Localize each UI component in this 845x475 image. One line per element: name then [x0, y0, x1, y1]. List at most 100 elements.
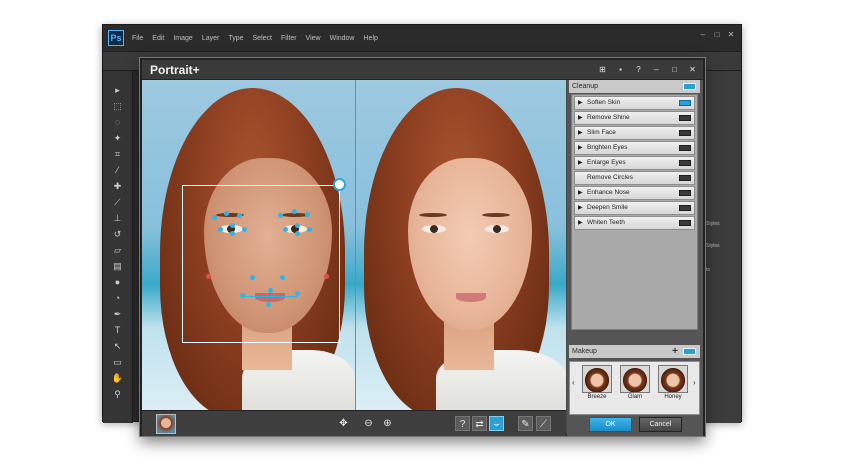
- brush-icon[interactable]: ⟋: [536, 416, 551, 431]
- shape-tool-icon[interactable]: ▭: [112, 357, 124, 368]
- cleanup-item[interactable]: ▶ Enhance Nose: [574, 186, 695, 200]
- cleanup-item-toggle[interactable]: [679, 145, 691, 151]
- cleanup-item-toggle[interactable]: [679, 115, 691, 121]
- cleanup-item-toggle[interactable]: [679, 160, 691, 166]
- expand-arrow-icon[interactable]: ▶: [578, 157, 583, 169]
- landmark-point[interactable]: [212, 215, 217, 220]
- landmark-point-cheek[interactable]: [206, 274, 211, 279]
- landmark-point[interactable]: [305, 212, 310, 217]
- cleanup-item[interactable]: ▶ Enlarge Eyes: [574, 156, 695, 170]
- ok-button[interactable]: OK: [589, 417, 632, 432]
- cleanup-item-toggle[interactable]: [679, 205, 691, 211]
- ps-close-icon[interactable]: ✕: [727, 31, 735, 39]
- maximize-icon[interactable]: □: [670, 65, 679, 74]
- makeup-preset-honey[interactable]: Honey: [658, 365, 688, 403]
- landmark-point[interactable]: [268, 288, 273, 293]
- pointer-tool-icon[interactable]: ▸: [112, 85, 124, 96]
- makeup-preset-glam[interactable]: Glam: [620, 365, 650, 403]
- history-brush-tool-icon[interactable]: ↺: [112, 229, 124, 240]
- stamp-tool-icon[interactable]: ⊥: [112, 213, 124, 224]
- menu-edit[interactable]: Edit: [152, 35, 164, 42]
- marquee-tool-icon[interactable]: ⬚: [112, 101, 124, 112]
- cleanup-item[interactable]: ▶ Slim Face: [574, 126, 695, 140]
- landmark-point[interactable]: [280, 275, 285, 280]
- expand-arrow-icon[interactable]: ▶: [578, 127, 583, 139]
- cancel-button[interactable]: Cancel: [639, 417, 682, 432]
- cleanup-item[interactable]: ▶ Remove Shine: [574, 111, 695, 125]
- pen-tool-icon[interactable]: ✒: [112, 309, 124, 320]
- landmark-point[interactable]: [283, 227, 288, 232]
- expand-arrow-icon[interactable]: ▶: [578, 142, 583, 154]
- menu-select[interactable]: Select: [253, 35, 272, 42]
- dialog-titlebar[interactable]: Portrait+ ⊞ ▪ ? – □ ✕: [142, 60, 703, 80]
- cleanup-item-toggle[interactable]: [679, 220, 691, 226]
- ps-minimize-icon[interactable]: –: [699, 31, 707, 39]
- eyedropper-tool-icon[interactable]: ⁄: [112, 165, 124, 176]
- cleanup-item[interactable]: ▶ Whiten Teeth: [574, 216, 695, 230]
- path-select-tool-icon[interactable]: ↖: [112, 341, 124, 352]
- brush-tool-icon[interactable]: ⟋: [112, 197, 124, 208]
- landmark-point[interactable]: [292, 209, 297, 214]
- menu-layer[interactable]: Layer: [202, 35, 220, 42]
- menu-type[interactable]: Type: [228, 35, 243, 42]
- hand-tool-icon[interactable]: ✋: [112, 373, 124, 384]
- landmark-point[interactable]: [278, 213, 283, 218]
- ps-maximize-icon[interactable]: □: [713, 31, 721, 39]
- wand-tool-icon[interactable]: ✦: [112, 133, 124, 144]
- landmarks-toggle-icon[interactable]: ⌣: [489, 416, 504, 431]
- cleanup-item[interactable]: Remove Circles: [574, 171, 695, 185]
- landmark-point[interactable]: [266, 302, 271, 307]
- makeup-header[interactable]: Makeup +: [569, 345, 700, 358]
- expand-arrow-icon[interactable]: ▶: [578, 202, 583, 214]
- crop-tool-icon[interactable]: ⌗: [112, 149, 124, 160]
- cleanup-header[interactable]: Cleanup: [569, 80, 700, 93]
- landmark-point[interactable]: [237, 213, 242, 218]
- help-icon[interactable]: ?: [634, 65, 643, 74]
- cleanup-item-toggle[interactable]: [679, 100, 691, 106]
- before-photo[interactable]: [142, 80, 355, 410]
- expand-arrow-icon[interactable]: ▶: [578, 187, 583, 199]
- lasso-tool-icon[interactable]: ◌: [112, 117, 124, 128]
- menu-image[interactable]: Image: [173, 35, 192, 42]
- menu-filter[interactable]: Filter: [281, 35, 297, 42]
- cleanup-item-toggle[interactable]: [679, 130, 691, 136]
- help-icon[interactable]: ?: [455, 416, 470, 431]
- landmark-point[interactable]: [307, 227, 312, 232]
- close-icon[interactable]: ✕: [688, 65, 697, 74]
- minimize-icon[interactable]: –: [652, 65, 661, 74]
- gradient-tool-icon[interactable]: ▤: [112, 261, 124, 272]
- cleanup-item[interactable]: ▶ Deepen Smile: [574, 201, 695, 215]
- menu-help[interactable]: Help: [364, 35, 378, 42]
- menu-window[interactable]: Window: [330, 35, 355, 42]
- landmark-point[interactable]: [250, 275, 255, 280]
- expand-arrow-icon[interactable]: ▶: [578, 97, 583, 109]
- cleanup-item[interactable]: ▶ Brighten Eyes: [574, 141, 695, 155]
- cleanup-item-toggle[interactable]: [679, 175, 691, 181]
- carousel-right-icon[interactable]: ›: [693, 378, 696, 387]
- dodge-tool-icon[interactable]: ◔: [112, 293, 124, 304]
- landmark-point[interactable]: [224, 211, 229, 216]
- zoom-in-icon[interactable]: ⊕: [380, 416, 395, 431]
- after-photo[interactable]: [355, 80, 566, 410]
- landmark-point[interactable]: [295, 223, 300, 228]
- grid-icon[interactable]: ⊞: [598, 65, 607, 74]
- makeup-preset-breeze[interactable]: Breeze: [582, 365, 612, 403]
- add-makeup-icon[interactable]: +: [672, 345, 678, 358]
- navigator-thumbnail[interactable]: [156, 414, 176, 434]
- cleanup-item-toggle[interactable]: [679, 190, 691, 196]
- landmark-point[interactable]: [295, 231, 300, 236]
- face-box-rotate-handle[interactable]: [333, 178, 346, 191]
- chat-icon[interactable]: ▪: [616, 65, 625, 74]
- expand-arrow-icon[interactable]: ▶: [578, 112, 583, 124]
- menu-file[interactable]: File: [132, 35, 143, 42]
- split-view-icon[interactable]: ⇄: [472, 416, 487, 431]
- zoom-tool-icon[interactable]: ⚲: [112, 389, 124, 400]
- eraser-icon[interactable]: ✎: [518, 416, 533, 431]
- heal-tool-icon[interactable]: ✚: [112, 181, 124, 192]
- fit-view-icon[interactable]: ✥: [336, 416, 351, 431]
- landmark-point[interactable]: [218, 227, 223, 232]
- blur-tool-icon[interactable]: ●: [112, 277, 124, 288]
- eraser-tool-icon[interactable]: ▱: [112, 245, 124, 256]
- cleanup-item[interactable]: ▶ Soften Skin: [574, 96, 695, 110]
- expand-arrow-icon[interactable]: ▶: [578, 217, 583, 229]
